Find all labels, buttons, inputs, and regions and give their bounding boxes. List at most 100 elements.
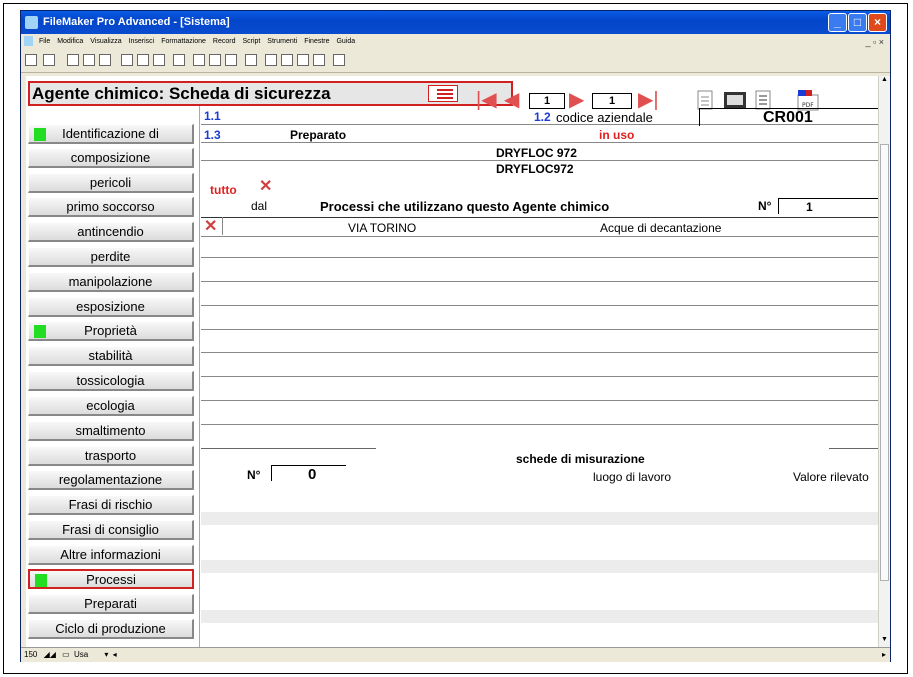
list-menu-icon[interactable] — [428, 85, 458, 102]
new-record-icon[interactable] — [193, 54, 205, 66]
record-total-field: 1 — [592, 93, 632, 109]
next-record-icon[interactable]: ▶ — [569, 90, 584, 110]
menu-bar: File Modifica Visualizza Inserisci Forma… — [21, 34, 890, 50]
sidebar-item-smaltimento[interactable]: smaltimento — [28, 421, 194, 441]
status-area-icon[interactable]: ▭ — [62, 650, 70, 659]
menu-modifica[interactable]: Modifica — [57, 38, 83, 45]
green-marker-icon — [34, 325, 46, 338]
maximize-button[interactable]: □ — [848, 13, 867, 32]
sidebar-item-stabilit[interactable]: stabilità — [28, 346, 194, 366]
sidebar-item-esposizione[interactable]: esposizione — [28, 297, 194, 317]
sidebar-item-label: perdite — [90, 249, 131, 264]
layout-area: Agente chimico: Scheda di sicurezza |◀ ◀… — [26, 76, 879, 647]
first-record-icon[interactable]: |◀ — [476, 90, 497, 110]
processi-count-field[interactable]: 1 — [806, 200, 813, 214]
menu-file[interactable]: File — [39, 38, 50, 45]
document-icon[interactable] — [24, 36, 33, 47]
codice-aziendale-field[interactable]: CR001 — [763, 109, 813, 127]
menu-finestre[interactable]: Finestre — [304, 38, 329, 45]
duplicate-record-icon[interactable] — [209, 54, 221, 66]
prev-record-icon[interactable]: ◀ — [504, 90, 519, 110]
sidebar-item-antincendio[interactable]: antincendio — [28, 222, 194, 242]
sidebar-item-processi[interactable]: Processi — [28, 569, 194, 589]
sidebar-item-primo-soccorso[interactable]: primo soccorso — [28, 197, 194, 217]
sidebar-item-ciclo-di-produzione[interactable]: Ciclo di produzione — [28, 619, 194, 639]
undo-icon[interactable] — [173, 54, 185, 66]
sidebar-item-label: Processi — [86, 572, 136, 587]
valore-rilevato-label: Valore rilevato — [793, 470, 869, 484]
print-icon[interactable] — [83, 54, 95, 66]
sidebar-item-preparati[interactable]: Preparati — [28, 594, 194, 614]
sidebar-item-label: antincendio — [77, 224, 144, 239]
zoom-controls-icon[interactable]: ◢◢ — [44, 650, 56, 659]
sidebar-item-regolamentazione[interactable]: regolamentazione — [28, 470, 194, 490]
processo-description[interactable]: Acque di decantazione — [600, 221, 721, 235]
green-marker-icon — [35, 574, 47, 587]
sidebar-item-label: ecologia — [86, 398, 135, 413]
sidebar-item-label: Identificazione di — [62, 126, 159, 141]
omit-icon[interactable] — [297, 54, 309, 66]
delete-row-icon[interactable]: ✕ — [204, 219, 217, 235]
dal-label: dal — [251, 199, 268, 213]
mode-dropdown-icon[interactable]: ▾ — [104, 650, 108, 659]
new-icon[interactable] — [25, 54, 37, 66]
sidebar-item-tossicologia[interactable]: tossicologia — [28, 371, 194, 391]
menu-formattazione[interactable]: Formattazione — [161, 38, 206, 45]
menu-record[interactable]: Record — [213, 38, 236, 45]
last-record-icon[interactable]: ▶| — [638, 90, 659, 110]
vertical-scrollbar[interactable]: ▲ ▼ — [878, 76, 890, 647]
sidebar-item-label: esposizione — [76, 299, 145, 314]
mode-selector[interactable]: Usa — [74, 650, 88, 659]
sidebar-item-frasi-di-rischio[interactable]: Frasi di rischio — [28, 495, 194, 515]
processi-title: Processi che utilizzano questo Agente ch… — [320, 199, 610, 214]
sidebar-item-identificazione-di[interactable]: Identificazione di — [28, 124, 194, 144]
scroll-down-icon[interactable]: ▼ — [881, 636, 888, 643]
hscroll-left-icon[interactable]: ◂ — [113, 650, 117, 659]
processo-location[interactable]: VIA TORINO — [348, 221, 416, 235]
find-request-icon[interactable] — [313, 54, 325, 66]
hscroll-right-icon[interactable]: ▸ — [882, 648, 886, 661]
codice-aziendale-label: codice aziendale — [556, 110, 653, 125]
sidebar-item-propriet[interactable]: Proprietà — [28, 321, 194, 341]
show-all-icon[interactable] — [281, 54, 293, 66]
sidebar-item-label: Altre informazioni — [60, 547, 161, 562]
sidebar-item-composizione[interactable]: composizione — [28, 148, 194, 168]
save-icon[interactable] — [67, 54, 79, 66]
sidebar-item-altre-informazioni[interactable]: Altre informazioni — [28, 545, 194, 565]
sidebar-item-pericoli[interactable]: pericoli — [28, 173, 194, 193]
find-icon[interactable] — [265, 54, 277, 66]
delete-all-icon[interactable]: ✕ — [259, 179, 272, 195]
spellcheck-icon[interactable] — [99, 54, 111, 66]
sidebar-item-manipolazione[interactable]: manipolazione — [28, 272, 194, 292]
sidebar-item-frasi-di-consiglio[interactable]: Frasi di consiglio — [28, 520, 194, 540]
preparato-code[interactable]: DRYFLOC972 — [496, 162, 574, 176]
sidebar-item-label: primo soccorso — [66, 199, 155, 214]
menu-guida[interactable]: Guida — [336, 38, 355, 45]
open-icon[interactable] — [43, 54, 55, 66]
preparato-name[interactable]: DRYFLOC 972 — [496, 146, 577, 160]
cut-icon[interactable] — [121, 54, 133, 66]
schede-count-field[interactable]: 0 — [308, 466, 316, 483]
sidebar-item-ecologia[interactable]: ecologia — [28, 396, 194, 416]
scroll-up-icon[interactable]: ▲ — [881, 76, 888, 83]
zoom-level[interactable]: 150 — [24, 650, 37, 659]
copy-icon[interactable] — [137, 54, 149, 66]
menu-visualizza[interactable]: Visualizza — [90, 38, 121, 45]
schede-n-label: N° — [247, 468, 261, 482]
record-number-field[interactable]: 1 — [529, 93, 565, 109]
menu-strumenti[interactable]: Strumenti — [267, 38, 297, 45]
paste-icon[interactable] — [153, 54, 165, 66]
sort-icon[interactable] — [245, 54, 257, 66]
minimize-button[interactable]: _ — [828, 13, 847, 32]
menu-inserisci[interactable]: Inserisci — [129, 38, 155, 45]
close-button[interactable]: × — [868, 13, 887, 32]
menu-script[interactable]: Script — [242, 38, 260, 45]
status-bar: 150 ◢◢ ▭ Usa ▾ ◂ ▸ — [21, 647, 890, 662]
scroll-thumb[interactable] — [880, 144, 889, 581]
mdi-controls[interactable]: _ ▫ × — [866, 34, 884, 50]
sidebar-item-perdite[interactable]: perdite — [28, 247, 194, 267]
help-icon[interactable] — [333, 54, 345, 66]
delete-record-icon[interactable] — [225, 54, 237, 66]
sidebar-item-trasporto[interactable]: trasporto — [28, 446, 194, 466]
sidebar-item-label: smaltimento — [75, 423, 146, 438]
